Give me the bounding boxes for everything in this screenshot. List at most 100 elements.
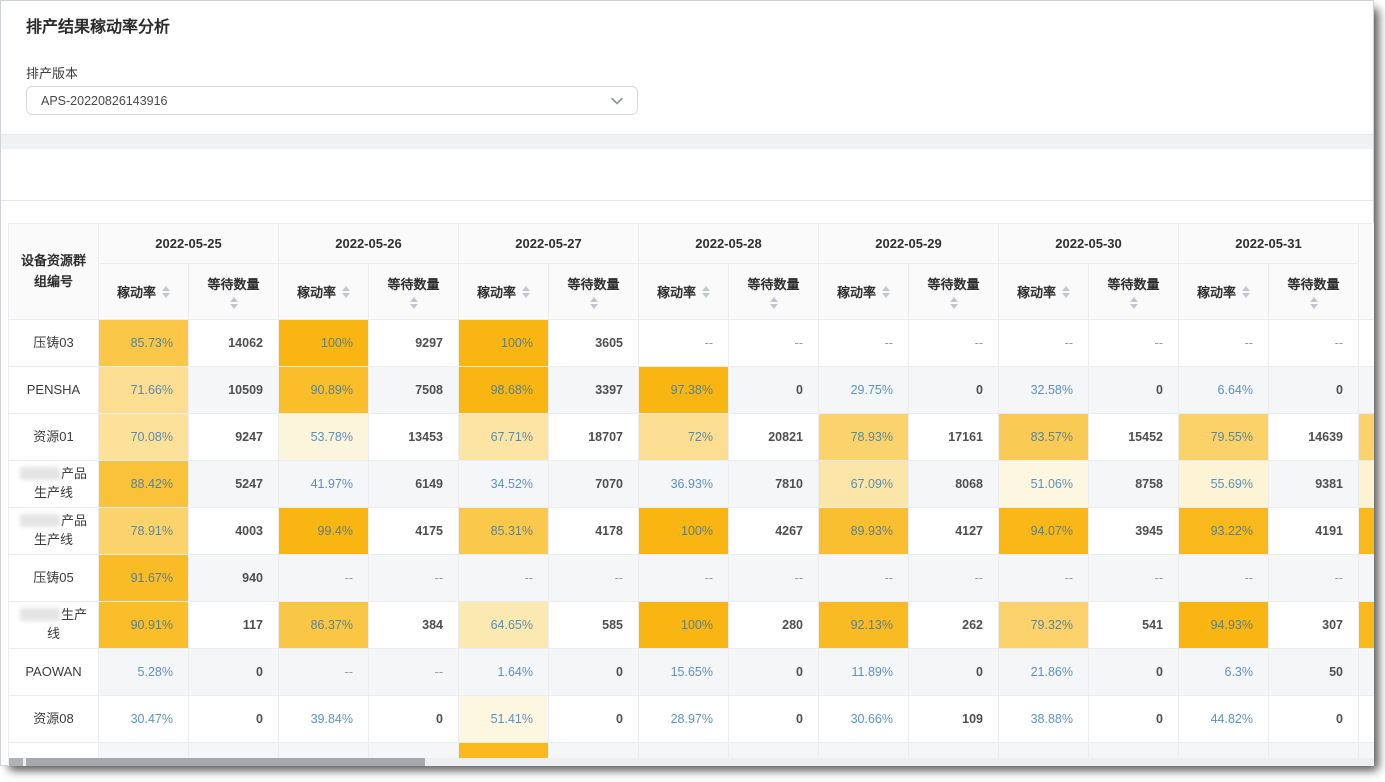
wait-cell: 541: [1089, 602, 1179, 649]
caret-up-icon: [1310, 297, 1318, 302]
rate-cell: 21.86%: [999, 649, 1089, 696]
row-label: 产品生产线: [9, 461, 99, 508]
section-divider: [1, 200, 1373, 201]
rate-cell: 92.13%: [819, 602, 909, 649]
caret-down-icon: [1130, 304, 1138, 309]
rate-column-header[interactable]: 稼动率: [999, 264, 1089, 320]
rate-column-header[interactable]: 稼动率: [279, 264, 369, 320]
wait-column-header[interactable]: 等待数量: [909, 264, 999, 320]
rate-cell: 55.69%: [1179, 461, 1269, 508]
rate-cell: 83.57%: [999, 414, 1089, 461]
wait-cell: [1269, 743, 1359, 759]
clipped-next-column-header: [1359, 224, 1375, 320]
wait-cell: 20821: [729, 414, 819, 461]
version-select[interactable]: APS-20220826143916: [26, 86, 638, 115]
sort-icon[interactable]: [702, 286, 710, 298]
horizontal-scrollbar[interactable]: [8, 758, 1374, 766]
rate-cell: --: [1179, 320, 1269, 367]
wait-column-header[interactable]: 等待数量: [1089, 264, 1179, 320]
rate-cell: --: [1179, 555, 1269, 602]
rate-column-header[interactable]: 稼动率: [819, 264, 909, 320]
sort-icon[interactable]: [1062, 286, 1070, 298]
rate-cell: 15.65%: [639, 649, 729, 696]
wait-cell: 3397: [549, 367, 639, 414]
wait-column-header[interactable]: 等待数量: [369, 264, 459, 320]
wait-cell: 280: [729, 602, 819, 649]
rate-cell: 32.58%: [999, 367, 1089, 414]
wait-cell: 14639: [1269, 414, 1359, 461]
wait-cell: --: [909, 320, 999, 367]
rate-cell: 94.07%: [999, 508, 1089, 555]
wait-column-header[interactable]: 等待数量: [729, 264, 819, 320]
wait-cell: 7070: [549, 461, 639, 508]
rate-cell: 88.42%: [99, 461, 189, 508]
wait-cell: --: [369, 649, 459, 696]
rate-cell: --: [999, 320, 1089, 367]
caret-up-icon: [702, 286, 710, 291]
wait-cell: 0: [1089, 649, 1179, 696]
wait-cell: 0: [369, 696, 459, 743]
table-row: 资源0830.47%039.84%051.41%028.97%030.66%10…: [9, 696, 1375, 743]
wait-cell: 0: [189, 649, 279, 696]
sort-icon[interactable]: [590, 297, 598, 309]
caret-up-icon: [410, 297, 418, 302]
rate-cell: [279, 743, 369, 759]
wait-cell: 109: [909, 696, 999, 743]
sort-icon[interactable]: [950, 297, 958, 309]
caret-down-icon: [342, 293, 350, 298]
rate-column-header[interactable]: 稼动率: [1179, 264, 1269, 320]
rate-column-header[interactable]: 稼动率: [99, 264, 189, 320]
scrollbar-left-button[interactable]: [9, 758, 23, 766]
rate-cell: 100%: [639, 602, 729, 649]
clipped-next-column-cell: [1359, 602, 1375, 649]
wait-cell: 6149: [369, 461, 459, 508]
sort-icon[interactable]: [882, 286, 890, 298]
rate-cell: 78.91%: [99, 508, 189, 555]
caret-down-icon: [882, 293, 890, 298]
wait-cell: 4175: [369, 508, 459, 555]
sort-icon[interactable]: [410, 297, 418, 309]
wait-cell: 8068: [909, 461, 999, 508]
sort-icon[interactable]: [342, 286, 350, 298]
sort-icon[interactable]: [1130, 297, 1138, 309]
rate-cell: 100%: [459, 320, 549, 367]
rate-column-header[interactable]: 稼动率: [639, 264, 729, 320]
wait-cell: 940: [189, 555, 279, 602]
caret-up-icon: [950, 297, 958, 302]
wait-cell: 7508: [369, 367, 459, 414]
sort-icon[interactable]: [1310, 297, 1318, 309]
horizontal-scrollbar-thumb[interactable]: [26, 758, 425, 766]
wait-cell: 0: [729, 649, 819, 696]
wait-cell: 0: [909, 367, 999, 414]
sort-icon[interactable]: [230, 297, 238, 309]
sort-icon[interactable]: [162, 286, 170, 298]
clipped-next-column-cell: [1359, 649, 1375, 696]
wait-cell: 4127: [909, 508, 999, 555]
row-label: [9, 743, 99, 759]
wait-cell: 5247: [189, 461, 279, 508]
wait-cell: --: [549, 555, 639, 602]
utilization-table: 设备资源群组编号2022-05-252022-05-262022-05-2720…: [8, 223, 1374, 758]
wait-column-header[interactable]: 等待数量: [189, 264, 279, 320]
wait-cell: 0: [549, 649, 639, 696]
sort-icon[interactable]: [770, 297, 778, 309]
wait-cell: 0: [1089, 696, 1179, 743]
rate-cell: 64.65%: [459, 602, 549, 649]
rate-cell: [999, 743, 1089, 759]
redacted-label-blur: [20, 608, 60, 621]
caret-up-icon: [522, 286, 530, 291]
rate-cell: 67.71%: [459, 414, 549, 461]
wait-column-header[interactable]: 等待数量: [549, 264, 639, 320]
wait-column-header[interactable]: 等待数量: [1269, 264, 1359, 320]
sort-icon[interactable]: [1242, 286, 1250, 298]
table-row: 资源0170.08%924753.78%1345367.71%1870772%2…: [9, 414, 1375, 461]
sort-icon[interactable]: [522, 286, 530, 298]
date-header: 2022-05-26: [279, 224, 459, 264]
wait-cell: 3945: [1089, 508, 1179, 555]
rate-column-header[interactable]: 稼动率: [459, 264, 549, 320]
wait-cell: 262: [909, 602, 999, 649]
date-header: 2022-05-28: [639, 224, 819, 264]
wait-cell: 50: [1269, 649, 1359, 696]
rate-cell: --: [279, 649, 369, 696]
wait-cell: --: [729, 555, 819, 602]
